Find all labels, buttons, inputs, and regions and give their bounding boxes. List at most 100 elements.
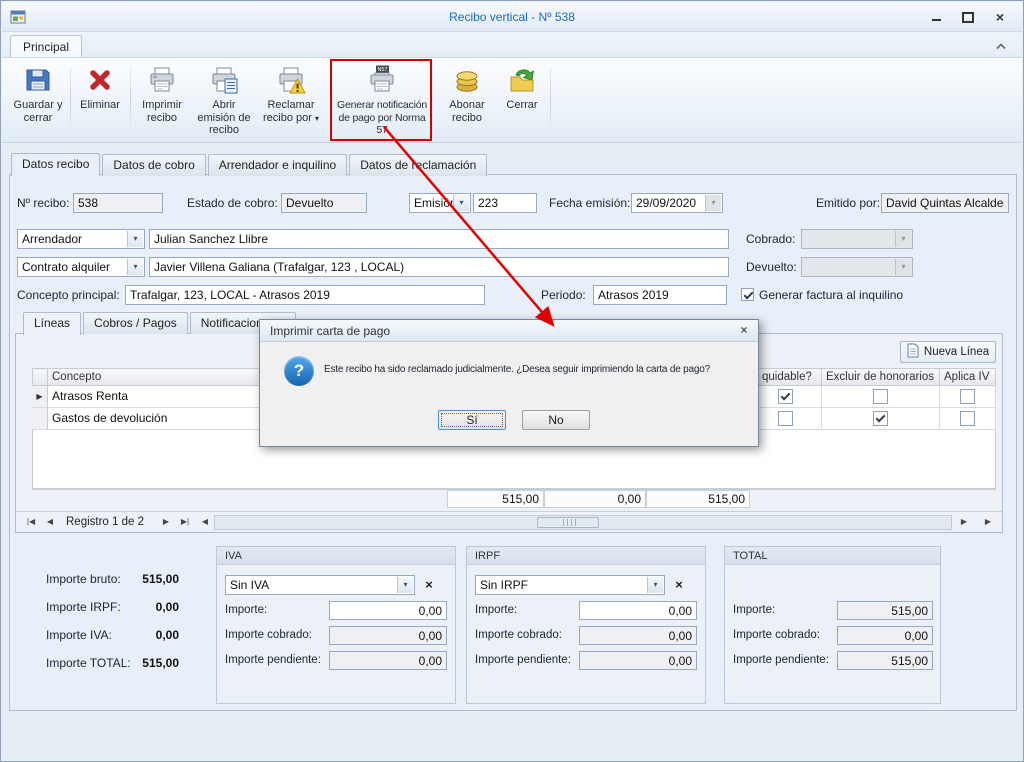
total-group: TOTAL Importe: 515,00 Importe cobrado: 0…	[724, 546, 941, 704]
cerrar-button[interactable]: Cerrar	[498, 61, 546, 139]
dialog-close-button[interactable]: ×	[736, 323, 752, 338]
abonar-recibo-button[interactable]: Abonar recibo	[440, 61, 494, 139]
emision-combo[interactable]: Emisión▾	[409, 193, 471, 213]
contrato-alquiler-selector[interactable]: Contrato alquiler▾	[17, 257, 145, 277]
main-tabs: Datos reciboDatos de cobroArrendador e i…	[11, 153, 489, 175]
grid-cell-excluir	[822, 408, 940, 430]
excluir-honorarios-checkbox[interactable]	[873, 411, 888, 426]
iva-cobrado-field[interactable]: 0,00	[329, 626, 447, 645]
generar-factura-label: Generar factura al inquilino	[759, 285, 903, 305]
tab-datos-recibo[interactable]: Datos recibo	[11, 153, 100, 176]
coins-icon	[440, 64, 494, 96]
delete-icon	[74, 64, 126, 96]
toolbar-separator	[550, 66, 551, 132]
irpf-select[interactable]: Sin IRPF▾	[475, 575, 665, 595]
generar-factura-checkbox[interactable]	[741, 288, 754, 301]
total-importe-field: 515,00	[837, 601, 933, 620]
close-button[interactable]: ×	[986, 8, 1014, 26]
dialog-message: Este recibo ha sido reclamado judicialme…	[324, 364, 756, 375]
reclamar-recibo-button[interactable]: Reclamar recibo por ▾	[258, 61, 324, 139]
chevron-down-icon: ▾	[895, 231, 911, 247]
tab-datos-reclamacion[interactable]: Datos de reclamación	[349, 154, 487, 176]
row-indicator	[32, 408, 48, 430]
no-button[interactable]: No	[522, 410, 590, 430]
ribbon-collapse-button[interactable]	[992, 39, 1010, 53]
eliminar-button[interactable]: Eliminar	[74, 61, 126, 139]
window-title: Recibo vertical - Nº 538	[2, 2, 1022, 32]
dialog-title-bar[interactable]: Imprimir carta de pago	[260, 320, 758, 342]
next-record-button[interactable]: ▶	[158, 512, 174, 532]
minimize-button[interactable]	[922, 8, 950, 26]
grid-cell-aplica	[940, 386, 996, 408]
liquidable-checkbox[interactable]	[778, 389, 793, 404]
estado-cobro-field[interactable]: Devuelto	[281, 193, 367, 213]
subtab-cobros-pagos[interactable]: Cobros / Pagos	[83, 312, 188, 334]
nueva-linea-button[interactable]: Nueva Línea	[900, 341, 996, 363]
prev-record-button[interactable]: ◀	[42, 512, 58, 532]
guardar-y-cerrar-button[interactable]: Guardar y cerrar	[10, 61, 66, 139]
scroll-right-button[interactable]: ▶	[956, 512, 972, 532]
toolbar: Guardar y cerrar Eliminar Imprimir recib…	[2, 57, 1022, 143]
emision-numero-field[interactable]: 223	[473, 193, 537, 213]
iva-clear-button[interactable]: ×	[419, 575, 439, 595]
aplica-iva-checkbox[interactable]	[960, 389, 975, 404]
restore-button[interactable]	[954, 8, 982, 26]
iva-importe-field[interactable]: 0,00	[329, 601, 447, 620]
chevron-down-icon[interactable]: ▾	[705, 195, 721, 211]
tab-arrendador-inquilino[interactable]: Arrendador e inquilino	[208, 154, 347, 176]
subtab-lineas[interactable]: Líneas	[23, 312, 81, 335]
title-bar[interactable]: Recibo vertical - Nº 538 ×	[2, 2, 1022, 32]
total-cobrado-label: Importe cobrado:	[733, 626, 820, 645]
total-group-title: TOTAL	[725, 547, 940, 565]
liquidable-checkbox[interactable]	[778, 411, 793, 426]
restore-icon	[962, 12, 974, 23]
emitido-por-field[interactable]: David Quintas Alcalde	[881, 193, 1009, 213]
num-recibo-field[interactable]: 538	[73, 193, 163, 213]
scroll-left-button[interactable]: ◀	[198, 512, 212, 532]
toolbar-separator	[130, 66, 131, 132]
first-record-button[interactable]: |◀	[22, 512, 40, 532]
imprimir-recibo-button[interactable]: Imprimir recibo	[134, 61, 190, 139]
irpf-cobrado-field[interactable]: 0,00	[579, 626, 697, 645]
close-icon: ×	[996, 8, 1004, 26]
periodo-field[interactable]: Atrasos 2019	[593, 285, 727, 305]
iva-select[interactable]: Sin IVA▾	[225, 575, 415, 595]
ribbon-tab-principal[interactable]: Principal	[10, 35, 82, 58]
excluir-honorarios-checkbox[interactable]	[873, 389, 888, 404]
irpf-importe-field[interactable]: 0,00	[579, 601, 697, 620]
grid-header-liquidable[interactable]: quidable?	[750, 368, 822, 386]
button-label: Guardar y cerrar	[10, 99, 66, 124]
irpf-group: IRPF Sin IRPF▾ × Importe: 0,00 Importe c…	[466, 546, 706, 704]
arrendador-selector[interactable]: Arrendador▾	[17, 229, 145, 249]
irpf-pendiente-field[interactable]: 0,00	[579, 651, 697, 670]
iva-pendiente-field[interactable]: 0,00	[329, 651, 447, 670]
total-cobrado: 0,00	[544, 490, 646, 508]
irpf-clear-button[interactable]: ×	[669, 575, 689, 595]
arrendador-field[interactable]: Julian Sanchez Llibre	[149, 229, 729, 249]
importe-bruto-label: Importe bruto:	[46, 569, 121, 589]
button-label: Abonar recibo	[440, 99, 494, 124]
scroll-right-edge-button[interactable]: ▶	[980, 512, 996, 532]
grid-cell-liquidable	[750, 408, 822, 430]
irpf-pendiente-label: Importe pendiente:	[475, 651, 571, 670]
fecha-emision-field[interactable]: 29/09/2020▾	[631, 193, 723, 213]
yes-button[interactable]: Sí	[438, 410, 506, 430]
horizontal-scrollbar[interactable]	[214, 515, 952, 530]
concepto-principal-field[interactable]: Trafalgar, 123, LOCAL - Atrasos 2019	[125, 285, 485, 305]
tab-datos-de-cobro[interactable]: Datos de cobro	[102, 154, 205, 176]
abrir-emision-button[interactable]: Abrir emisión de recibo	[192, 61, 256, 139]
chevron-down-icon[interactable]: ▾	[397, 577, 413, 593]
aplica-iva-checkbox[interactable]	[960, 411, 975, 426]
chevron-down-icon[interactable]: ▾	[647, 577, 663, 593]
chevron-down-icon[interactable]: ▾	[453, 195, 469, 211]
last-record-button[interactable]: ▶|	[176, 512, 194, 532]
window-controls: ×	[922, 8, 1014, 26]
contrato-alquiler-field[interactable]: Javier Villena Galiana (Trafalgar, 123 ,…	[149, 257, 729, 277]
importe-iva-value: 0,00	[131, 625, 179, 645]
grid-header-aplica-iva[interactable]: Aplica IV	[940, 368, 996, 386]
chevron-down-icon[interactable]: ▾	[127, 231, 143, 247]
chevron-down-icon[interactable]: ▾	[127, 259, 143, 275]
app-window: Recibo vertical - Nº 538 × Principal Gua…	[0, 0, 1024, 762]
scrollbar-thumb[interactable]	[537, 517, 599, 528]
grid-header-excluir-honorarios[interactable]: Excluir de honorarios	[822, 368, 940, 386]
